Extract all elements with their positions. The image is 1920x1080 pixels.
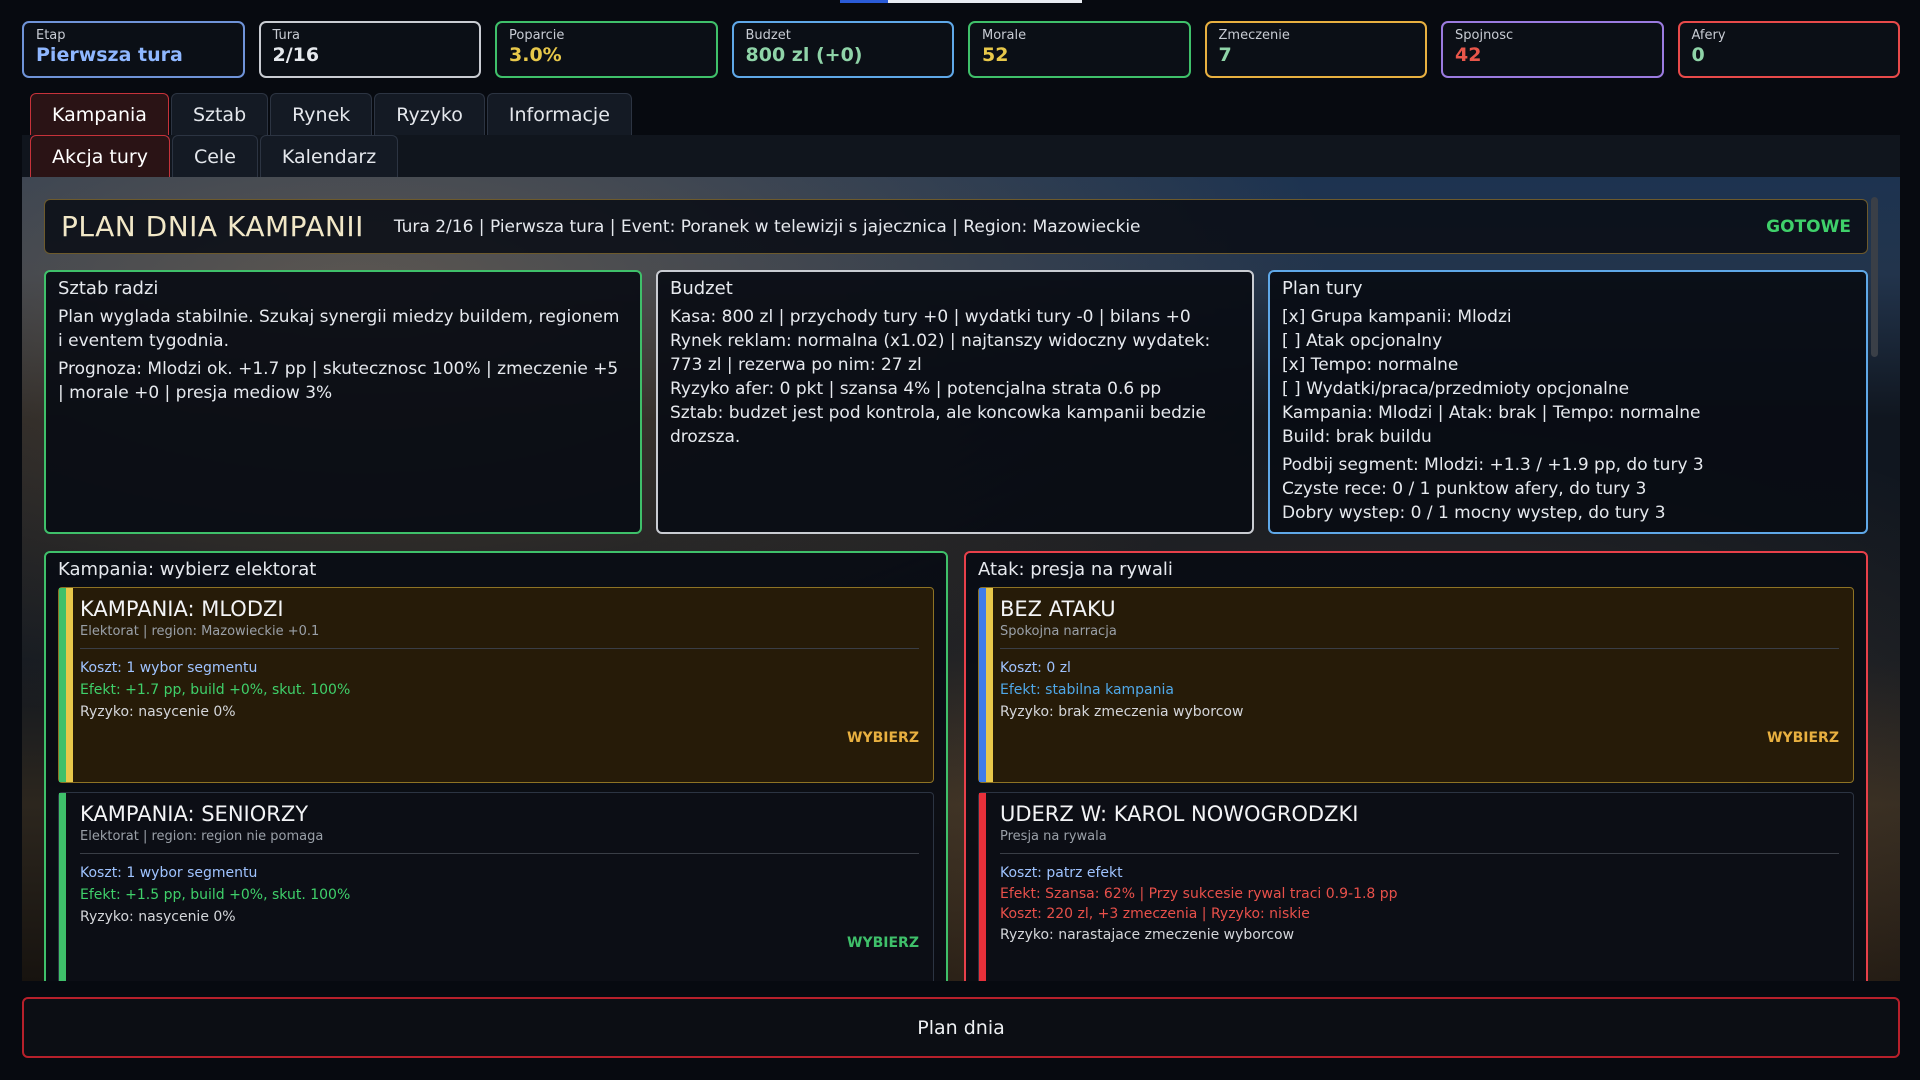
goal-line: Czyste rece: 0 / 1 punktow afery, do tur…: [1282, 479, 1647, 499]
plan-line: [ ] Atak opcjonalny: [1282, 331, 1443, 351]
goal-line: Podbij segment: Mlodzi: +1.3 / +1.9 pp, …: [1282, 455, 1704, 475]
plan-line: [x] Grupa kampanii: Mlodzi: [1282, 307, 1512, 327]
card-risk: Ryzyko: nasycenie 0%: [80, 909, 236, 925]
campaign-column: Kampania: wybierz elektorat KAMPANIA: ML…: [44, 551, 948, 981]
stat-value: 800 zl (+0): [745, 44, 863, 66]
tab-kampania[interactable]: Kampania: [30, 93, 169, 135]
tab-akcja-tury[interactable]: Akcja tury: [30, 135, 170, 177]
stat-spojnosc: Spojnosc 42: [1441, 21, 1664, 78]
main-tabs: Kampania Sztab Rynek Ryzyko Informacje: [30, 93, 632, 135]
budget-staff-note: Sztab: budzet jest pod kontrola, ale kon…: [670, 403, 1207, 447]
stat-label: Poparcie: [509, 28, 565, 43]
card-title: BEZ ATAKU: [1000, 597, 1116, 621]
select-button[interactable]: WYBIERZ: [1767, 730, 1839, 746]
advice-title: Sztab radzi: [58, 278, 159, 299]
turn-plan-title: Plan tury: [1282, 278, 1363, 299]
stat-value: 3.0%: [509, 44, 562, 66]
campaign-card-seniorzy[interactable]: KAMPANIA: SENIORZY Elektorat | region: r…: [58, 792, 934, 981]
card-risk: Ryzyko: nasycenie 0%: [80, 704, 236, 720]
sub-tabs: Akcja tury Cele Kalendarz: [30, 135, 399, 177]
stat-label: Zmeczenie: [1218, 28, 1290, 43]
attack-card-rival[interactable]: UDERZ W: KAROL NOWOGRODZKI Presja na ryw…: [978, 792, 1854, 981]
stat-poparcie: Poparcie 3.0%: [495, 21, 718, 78]
budget-title: Budzet: [670, 278, 733, 299]
advice-panel: Sztab radzi Plan wyglada stabilnie. Szuk…: [44, 270, 642, 534]
advice-forecast: Prognoza: Mlodzi ok. +1.7 pp | skuteczno…: [58, 359, 619, 403]
attack-title: Atak: presja na rywali: [978, 559, 1173, 580]
stat-value: 2/16: [272, 44, 320, 66]
card-subtitle: Elektorat | region: region nie pomaga: [80, 829, 324, 844]
card-cost: Koszt: 0 zl: [1000, 660, 1071, 676]
card-cost: Koszt: patrz efekt: [1000, 865, 1123, 881]
stat-afery: Afery 0: [1677, 21, 1900, 78]
stat-value: 42: [1455, 44, 1482, 66]
card-title: KAMPANIA: SENIORZY: [80, 802, 309, 826]
tab-sztab[interactable]: Sztab: [170, 93, 269, 135]
budget-risk: Ryzyko afer: 0 pkt | szansa 4% | potencj…: [670, 379, 1162, 399]
card-subtitle: Spokojna narracja: [1000, 624, 1117, 639]
card-effect-cost: Koszt: 220 zl, +3 zmeczenia | Ryzyko: ni…: [1000, 906, 1310, 922]
budget-market: Rynek reklam: normalna (x1.02) | najtans…: [670, 331, 1211, 375]
stat-tura: Tura 2/16: [258, 21, 481, 78]
stat-value: 52: [982, 44, 1009, 66]
stat-label: Etap: [36, 28, 66, 43]
select-button[interactable]: WYBIERZ: [847, 935, 919, 951]
card-effect: Efekt: +1.5 pp, build +0%, skut. 100%: [80, 887, 351, 903]
stat-value: 7: [1218, 44, 1232, 66]
plan-line: [ ] Wydatki/praca/przedmioty opcjonalne: [1282, 379, 1630, 399]
plan-line: Kampania: Mlodzi | Atak: brak | Tempo: n…: [1282, 403, 1701, 423]
card-title: KAMPANIA: MLODZI: [80, 597, 284, 621]
attack-column: Atak: presja na rywali BEZ ATAKU Spokojn…: [964, 551, 1868, 981]
card-effect: Efekt: Szansa: 62% | Przy sukcesie rywal…: [1000, 886, 1398, 902]
page-title: PLAN DNIA KAMPANII: [61, 210, 364, 243]
card-subtitle: Presja na rywala: [1000, 829, 1107, 844]
plan-header: PLAN DNIA KAMPANII Tura 2/16 | Pierwsza …: [44, 199, 1868, 254]
goal-line: Dobry wystep: 0 / 1 mocny wystep, do tur…: [1282, 503, 1666, 523]
tab-informacje[interactable]: Informacje: [486, 93, 632, 135]
tab-rynek[interactable]: Rynek: [270, 93, 373, 135]
plan-line: [x] Tempo: normalne: [1282, 355, 1459, 375]
stat-zmeczenie: Zmeczenie 7: [1204, 21, 1427, 78]
turn-info: Tura 2/16 | Pierwsza tura | Event: Poran…: [393, 216, 1141, 237]
budget-panel: Budzet Kasa: 800 zl | przychody tury +0 …: [656, 270, 1254, 534]
plan-day-button[interactable]: Plan dnia: [22, 997, 1900, 1058]
card-effect: Efekt: stabilna kampania: [1000, 682, 1174, 698]
card-effect: Efekt: +1.7 pp, build +0%, skut. 100%: [80, 682, 351, 698]
tab-cele[interactable]: Cele: [171, 135, 258, 177]
stat-value: 0: [1691, 44, 1705, 66]
card-cost: Koszt: 1 wybor segmentu: [80, 660, 258, 676]
card-title: UDERZ W: KAROL NOWOGRODZKI: [1000, 802, 1359, 826]
advice-text: Plan wyglada stabilnie. Szukaj synergii …: [58, 307, 620, 351]
campaign-card-mlodzi[interactable]: KAMPANIA: MLODZI Elektorat | region: Maz…: [58, 587, 934, 783]
stat-morale: Morale 52: [968, 21, 1191, 78]
stats-bar: Etap Pierwsza tura Tura 2/16 Poparcie 3.…: [22, 21, 1900, 78]
tab-kalendarz[interactable]: Kalendarz: [259, 135, 399, 177]
top-progress-indicator: [840, 0, 1082, 3]
card-cost: Koszt: 1 wybor segmentu: [80, 865, 258, 881]
select-button[interactable]: WYBIERZ: [847, 730, 919, 746]
tab-ryzyko[interactable]: Ryzyko: [374, 93, 485, 135]
stat-label: Afery: [1691, 28, 1726, 43]
scrollbar[interactable]: [1871, 197, 1878, 357]
card-risk: Ryzyko: narastajace zmeczenie wyborcow: [1000, 927, 1295, 943]
stat-budzet: Budzet 800 zl (+0): [731, 21, 954, 78]
stat-label: Spojnosc: [1455, 28, 1514, 43]
stat-etap: Etap Pierwsza tura: [22, 21, 245, 78]
budget-cash: Kasa: 800 zl | przychody tury +0 | wydat…: [670, 307, 1191, 327]
ready-status: GOTOWE: [1766, 216, 1851, 237]
card-risk: Ryzyko: brak zmeczenia wyborcow: [1000, 704, 1244, 720]
card-subtitle: Elektorat | region: Mazowieckie +0.1: [80, 624, 320, 639]
stat-label: Tura: [272, 28, 301, 43]
plan-line: Build: brak buildu: [1282, 427, 1432, 447]
stat-label: Budzet: [745, 28, 791, 43]
stat-value: Pierwsza tura: [36, 44, 183, 66]
stat-label: Morale: [982, 28, 1027, 43]
campaign-title: Kampania: wybierz elektorat: [58, 559, 317, 580]
main-content: PLAN DNIA KAMPANII Tura 2/16 | Pierwsza …: [22, 177, 1900, 981]
attack-card-none[interactable]: BEZ ATAKU Spokojna narracja Koszt: 0 zl …: [978, 587, 1854, 783]
turn-plan-panel: Plan tury [x] Grupa kampanii: Mlodzi [ ]…: [1268, 270, 1868, 534]
